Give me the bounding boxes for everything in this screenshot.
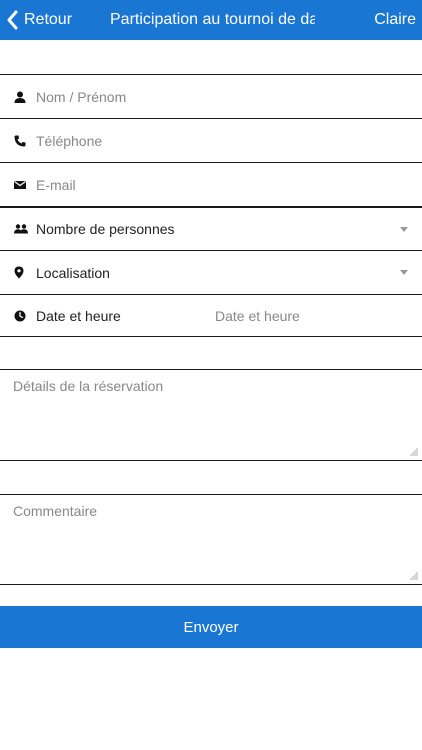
page-title: Participation au tournoi de da (110, 11, 315, 28)
datetime-input[interactable]: Date et heure (215, 294, 300, 338)
phone-row (0, 119, 422, 163)
details-block (0, 369, 422, 461)
comment-block (0, 494, 422, 585)
envelope-icon (0, 180, 36, 190)
submit-button[interactable]: Envoyer (0, 606, 422, 648)
location-select[interactable]: Localisation (0, 251, 422, 295)
app-header: Retour Participation au tournoi de da Cl… (0, 0, 422, 40)
email-row (0, 163, 422, 207)
people-select[interactable]: Nombre de personnes (0, 207, 422, 251)
name-row (0, 75, 422, 119)
location-label: Localisation (36, 264, 110, 281)
back-label: Retour (24, 11, 73, 28)
email-input[interactable] (36, 163, 422, 206)
details-textarea[interactable] (0, 370, 422, 460)
resize-grip-icon[interactable] (410, 572, 418, 580)
back-button[interactable]: Retour (6, 0, 72, 40)
group-icon (0, 224, 36, 234)
map-pin-icon (0, 266, 36, 279)
clock-icon (0, 310, 36, 322)
phone-icon (0, 135, 36, 147)
chevron-down-icon (400, 270, 408, 275)
person-icon (0, 91, 36, 103)
chevron-left-icon (6, 10, 18, 30)
people-label: Nombre de personnes (36, 221, 175, 237)
phone-input[interactable] (36, 119, 422, 162)
comment-textarea[interactable] (0, 495, 422, 584)
name-input[interactable] (36, 75, 422, 118)
chevron-down-icon (400, 226, 408, 232)
resize-grip-icon[interactable] (410, 448, 418, 456)
user-name[interactable]: Claire (374, 0, 416, 40)
datetime-row: Date et heure Date et heure (0, 295, 422, 337)
